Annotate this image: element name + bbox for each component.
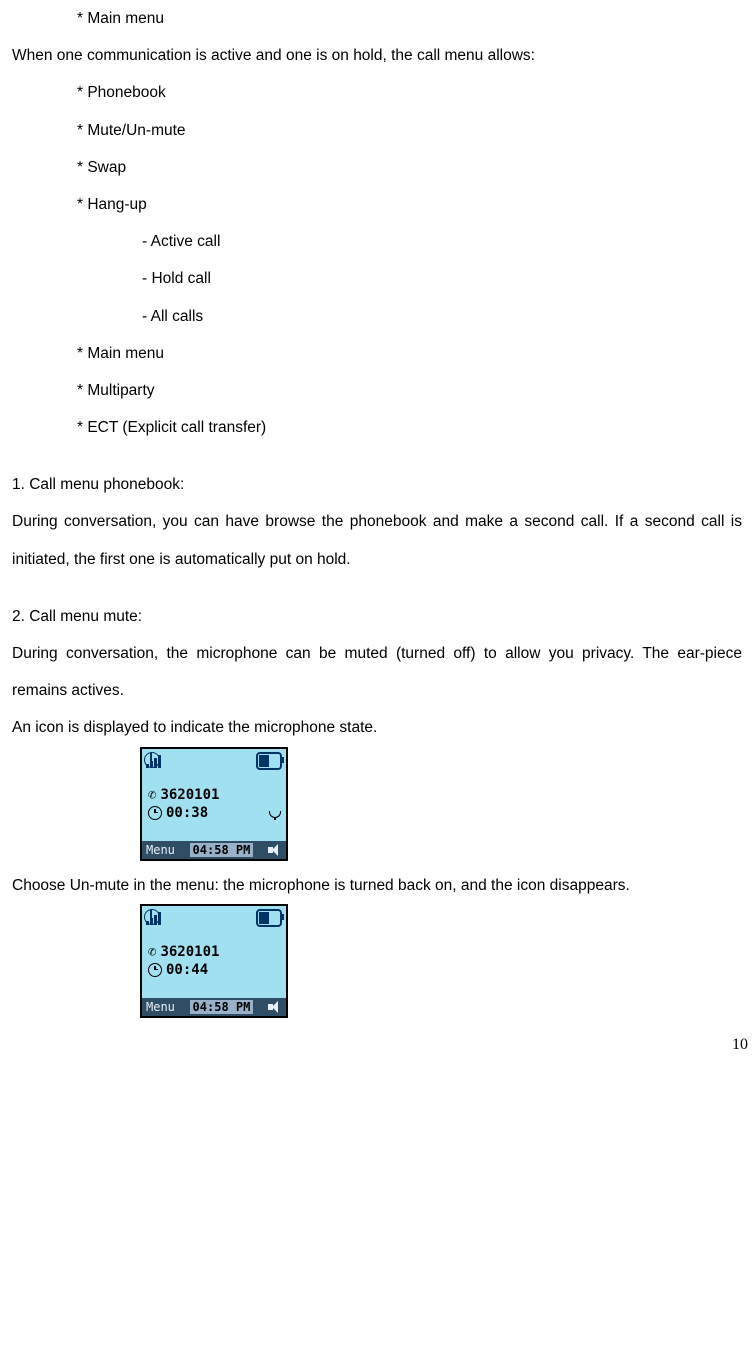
- phone-screenshot-unmuted: ✆ 3620101 00:44 Menu 04:58 PM: [140, 904, 288, 1018]
- status-clock: 04:58 PM: [190, 843, 254, 857]
- section-heading: 2. Call menu mute:: [12, 598, 742, 635]
- paragraph: An icon is displayed to indicate the mic…: [12, 709, 742, 746]
- softkey-menu: Menu: [146, 843, 175, 857]
- list-subitem: - Hold call: [12, 260, 742, 297]
- list-subitem: - All calls: [12, 298, 742, 335]
- signal-icon: [146, 911, 166, 925]
- status-clock: 04:58 PM: [190, 1000, 254, 1014]
- list-item: * Multiparty: [12, 372, 742, 409]
- mic-muted-icon: [270, 806, 280, 820]
- list-item: * Hang-up: [12, 186, 742, 223]
- phone-screenshot-muted: ✆ 3620101 00:38 Menu 04:58 PM: [140, 747, 288, 861]
- paragraph: During conversation, you can have browse…: [12, 503, 742, 577]
- list-item: * Mute/Un-mute: [12, 112, 742, 149]
- list-item: * Swap: [12, 149, 742, 186]
- battery-icon: [256, 752, 282, 770]
- handset-icon: ✆: [148, 787, 156, 803]
- call-number: 3620101: [160, 787, 219, 803]
- handset-icon: ✆: [148, 944, 156, 960]
- signal-icon: [146, 754, 166, 768]
- paragraph: Choose Un-mute in the menu: the micropho…: [12, 867, 742, 904]
- list-subitem: - Active call: [12, 223, 742, 260]
- speaker-icon: [268, 1001, 282, 1013]
- call-duration: 00:38: [166, 805, 208, 821]
- call-duration: 00:44: [166, 962, 208, 978]
- speaker-icon: [268, 844, 282, 856]
- page-number: 10: [732, 1036, 748, 1054]
- list-item: * ECT (Explicit call transfer): [12, 409, 742, 446]
- clock-icon: [148, 806, 162, 820]
- list-item: * Main menu: [12, 335, 742, 372]
- battery-icon: [256, 909, 282, 927]
- paragraph: During conversation, the microphone can …: [12, 635, 742, 709]
- clock-icon: [148, 963, 162, 977]
- call-number: 3620101: [160, 944, 219, 960]
- softkey-menu: Menu: [146, 1000, 175, 1014]
- paragraph: When one communication is active and one…: [12, 37, 742, 74]
- section-heading: 1. Call menu phonebook:: [12, 466, 742, 503]
- list-item: * Phonebook: [12, 74, 742, 111]
- list-item: * Main menu: [12, 0, 742, 37]
